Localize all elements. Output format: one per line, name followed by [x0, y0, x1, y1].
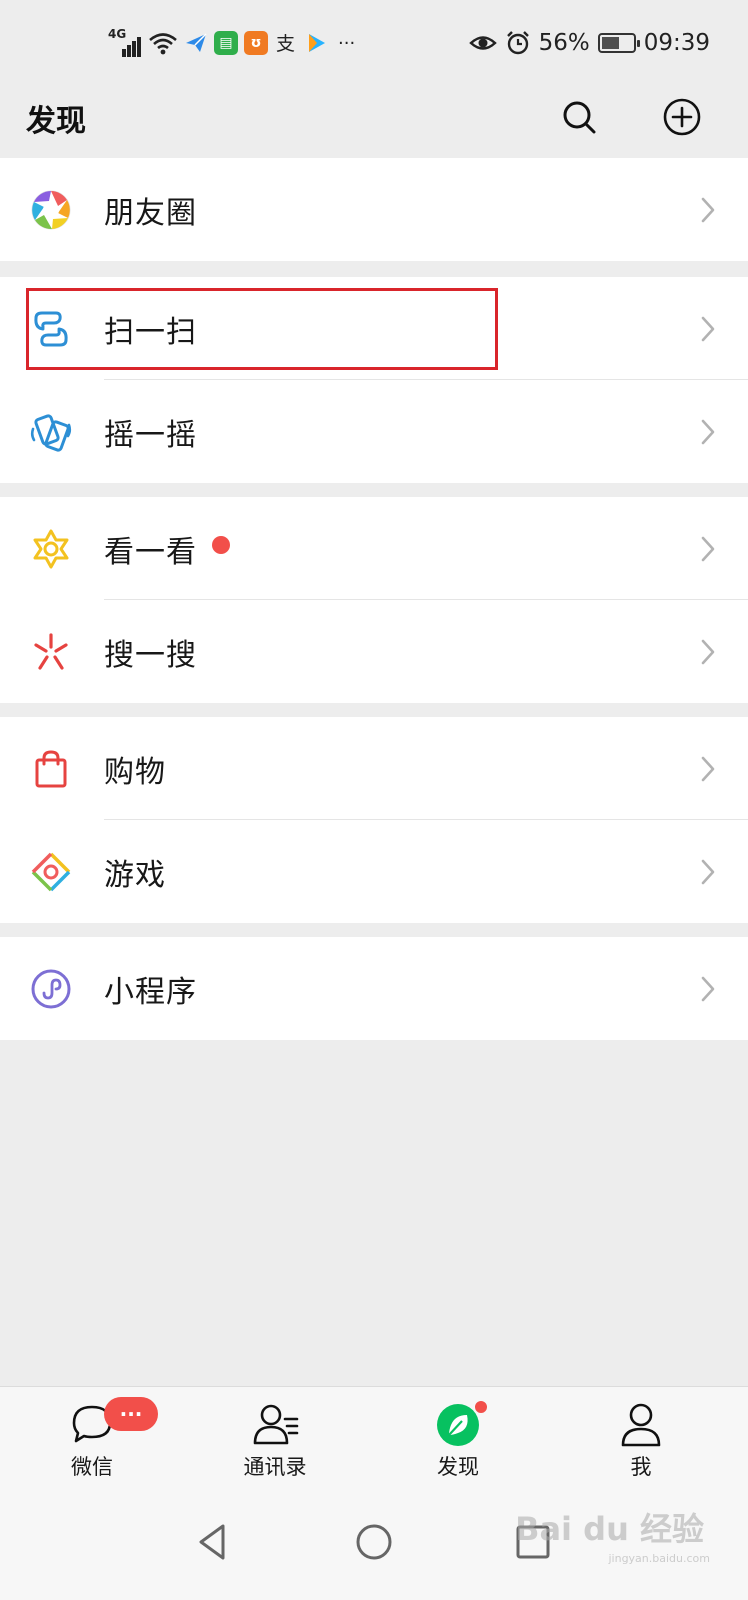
- mini-programs-icon: [31, 969, 71, 1009]
- new-content-dot: [212, 536, 230, 554]
- home-icon[interactable]: [350, 1518, 398, 1566]
- shake-icon: [30, 414, 72, 452]
- contacts-icon: [253, 1404, 299, 1445]
- top-stories-icon: [33, 529, 69, 569]
- group-mini-programs: 小程序: [0, 937, 748, 1040]
- list-item-games[interactable]: 游戏: [0, 820, 748, 923]
- add-button[interactable]: [657, 92, 707, 142]
- tab-label: 发现: [437, 1455, 479, 1479]
- tab-chats[interactable]: ··· 微信: [22, 1387, 162, 1491]
- header: 发现: [0, 82, 748, 158]
- shopping-bag-icon: [35, 750, 67, 788]
- list-item-label: 小程序: [104, 974, 197, 1010]
- tab-bar: ··· 微信 通讯录 发现 我: [0, 1386, 748, 1490]
- alipay-icon: 支: [276, 33, 295, 55]
- scan-highlight-box: [26, 288, 498, 370]
- list-item-search[interactable]: 搜一搜: [0, 600, 748, 703]
- chevron-right-icon: [701, 859, 715, 885]
- status-left: 4G ▤ ʊ 支 ···: [108, 26, 355, 60]
- status-bar: 4G ▤ ʊ 支 ··· 56% 09:39: [0, 0, 748, 82]
- uc-browser-icon: ʊ: [244, 31, 268, 55]
- battery-icon: [597, 33, 640, 53]
- wifi-icon: [149, 33, 177, 55]
- list-item-label: 摇一摇: [104, 417, 197, 453]
- tab-contacts[interactable]: 通讯录: [205, 1387, 345, 1491]
- battery-percent: 56%: [538, 30, 590, 56]
- list-item-label: 购物: [104, 754, 166, 790]
- discover-dot: [473, 1399, 489, 1415]
- moments-icon: [31, 190, 71, 230]
- list-item-shake[interactable]: 摇一摇: [0, 380, 748, 483]
- chevron-right-icon: [701, 756, 715, 782]
- video-app-icon: [309, 34, 325, 52]
- chat-unread-badge: ···: [104, 1397, 158, 1431]
- clock-time: 09:39: [643, 30, 710, 56]
- back-icon[interactable]: [189, 1518, 237, 1566]
- status-right: 56% 09:39: [468, 26, 710, 60]
- search-feature-icon: [34, 633, 68, 670]
- list-item-moments[interactable]: 朋友圈: [0, 158, 748, 261]
- cellular-signal-icon: 4G: [108, 27, 142, 57]
- tab-label: 通讯录: [243, 1455, 307, 1479]
- green-app-icon: ▤: [214, 31, 238, 55]
- page-title: 发现: [26, 104, 86, 139]
- plus-circle-icon: [663, 98, 701, 136]
- paper-plane-app-icon: [186, 33, 207, 52]
- tab-label: 我: [630, 1455, 652, 1479]
- list-item-shopping[interactable]: 购物: [0, 717, 748, 820]
- me-icon: [621, 1403, 661, 1447]
- list-item-label: 朋友圈: [104, 195, 197, 231]
- list-item-label: 搜一搜: [104, 637, 197, 673]
- watermark-url: jingyan.baidu.com: [608, 1552, 710, 1565]
- list-item-label: 看一看: [104, 534, 197, 570]
- watermark-brand: Bai du 经验: [515, 1510, 704, 1548]
- tab-me[interactable]: 我: [571, 1387, 711, 1491]
- group-moments: 朋友圈: [0, 158, 748, 261]
- list-item-top-stories[interactable]: 看一看: [0, 497, 748, 600]
- battery-level: [601, 37, 619, 49]
- search-button[interactable]: [554, 92, 604, 142]
- svg-text:支: 支: [276, 33, 295, 55]
- eye-comfort-icon: [468, 36, 497, 50]
- chevron-right-icon: [701, 976, 715, 1002]
- group-shopping-games: 购物 游戏: [0, 717, 748, 923]
- more-notifications: ···: [338, 32, 356, 54]
- chevron-right-icon: [701, 419, 715, 445]
- list-item-label: 游戏: [104, 857, 166, 893]
- chevron-right-icon: [701, 197, 715, 223]
- tab-discover[interactable]: 发现: [388, 1387, 528, 1491]
- chevron-right-icon: [701, 536, 715, 562]
- chevron-right-icon: [701, 639, 715, 665]
- group-stories-search: 看一看 搜一搜: [0, 497, 748, 703]
- list-item-mini-programs[interactable]: 小程序: [0, 937, 748, 1040]
- alarm-icon: [506, 31, 529, 55]
- tab-label: 微信: [71, 1455, 113, 1479]
- chevron-right-icon: [701, 316, 715, 342]
- games-icon: [31, 852, 71, 892]
- search-icon: [563, 101, 596, 134]
